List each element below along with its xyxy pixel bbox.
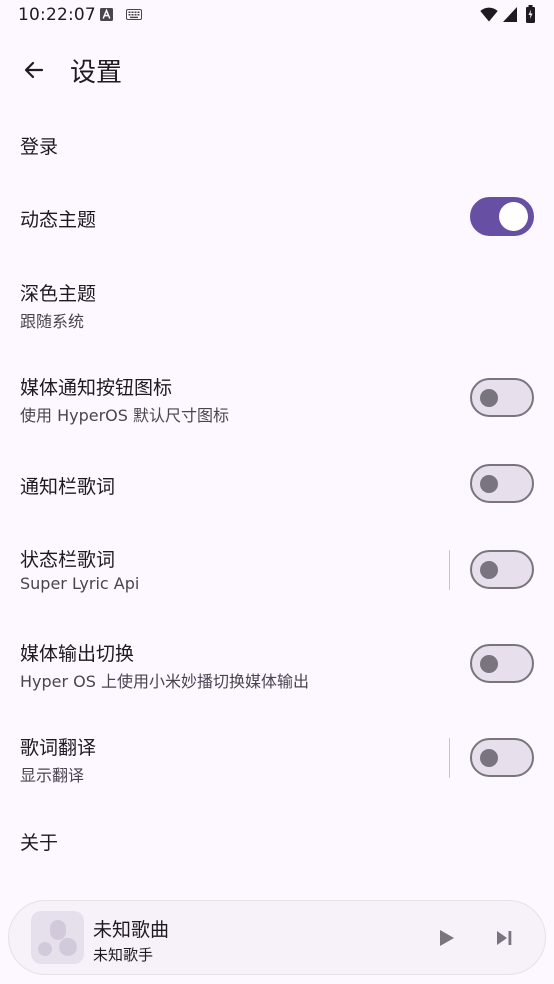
wifi-icon xyxy=(480,7,498,22)
play-icon xyxy=(440,930,454,946)
setting-statusbar-lyrics-subtitle: Super Lyric Api xyxy=(20,574,140,593)
switch-thumb xyxy=(480,655,498,673)
autofill-notification-icon xyxy=(100,8,113,21)
skip-next-icon xyxy=(497,931,512,945)
setting-notif-lyrics-title: 通知栏歌词 xyxy=(20,476,116,498)
album-art xyxy=(31,911,84,964)
dynamic-theme-switch[interactable] xyxy=(470,197,534,236)
keyboard-icon xyxy=(126,9,142,20)
setting-media-output-subtitle: Hyper OS 上使用小米妙播切换媒体输出 xyxy=(20,672,310,691)
setting-statusbar-lyrics-title: 状态栏歌词 xyxy=(20,549,116,571)
back-button[interactable] xyxy=(14,50,54,90)
status-time: 10:22:07 xyxy=(18,5,96,25)
setting-dark-theme-title: 深色主题 xyxy=(20,283,97,305)
lyrics-translation-switch[interactable] xyxy=(470,738,534,777)
setting-login-title: 登录 xyxy=(20,136,59,158)
setting-login[interactable]: 登录 xyxy=(0,106,554,182)
cellular-signal-icon xyxy=(503,7,517,22)
skip-next-button[interactable] xyxy=(487,921,521,955)
setting-dark-theme-subtitle: 跟随系统 xyxy=(20,312,85,331)
battery-icon xyxy=(526,5,535,23)
statusbar-lyrics-switch[interactable] xyxy=(470,550,534,589)
setting-lyrics-translation-title: 歌词翻译 xyxy=(20,737,97,759)
setting-media-output[interactable]: 媒体输出切换 Hyper OS 上使用小米妙播切换媒体输出 xyxy=(0,622,554,708)
mini-player[interactable]: 未知歌曲 未知歌手 xyxy=(8,900,546,975)
media-notif-icon-switch[interactable] xyxy=(470,378,534,417)
setting-notif-lyrics[interactable]: 通知栏歌词 xyxy=(0,448,554,520)
setting-media-notif-icon-title: 媒体通知按钮图标 xyxy=(20,377,173,399)
setting-about[interactable]: 关于 xyxy=(0,802,554,878)
setting-statusbar-lyrics[interactable]: 状态栏歌词 Super Lyric Api xyxy=(0,528,554,614)
setting-lyrics-translation-subtitle: 显示翻译 xyxy=(20,766,85,785)
setting-about-title: 关于 xyxy=(20,832,59,854)
notif-lyrics-switch[interactable] xyxy=(470,464,534,503)
track-artist: 未知歌手 xyxy=(93,946,154,964)
setting-media-notif-icon-subtitle: 使用 HyperOS 默认尺寸图标 xyxy=(20,406,230,425)
settings-screen: 10:22:07 设置 登录 动态主题 深色主题 跟随系统 媒体通知按钮图标 使… xyxy=(0,0,554,984)
vertical-divider xyxy=(449,550,450,590)
track-title: 未知歌曲 xyxy=(93,919,170,941)
music-placeholder-icon xyxy=(38,920,77,956)
page-title: 设置 xyxy=(70,58,123,88)
switch-thumb xyxy=(480,749,498,767)
switch-thumb xyxy=(480,475,498,493)
switch-thumb xyxy=(480,561,498,579)
vertical-divider xyxy=(449,738,450,778)
setting-dynamic-theme[interactable]: 动态主题 xyxy=(0,180,554,254)
status-bar: 10:22:07 xyxy=(0,0,554,30)
play-button[interactable] xyxy=(429,921,463,955)
top-app-bar: 设置 xyxy=(0,40,554,100)
switch-thumb xyxy=(480,389,498,407)
setting-media-notif-icon[interactable]: 媒体通知按钮图标 使用 HyperOS 默认尺寸图标 xyxy=(0,356,554,442)
setting-dark-theme[interactable]: 深色主题 跟随系统 xyxy=(0,262,554,348)
arrow-left-icon xyxy=(24,61,44,79)
switch-thumb xyxy=(499,202,528,231)
setting-media-output-title: 媒体输出切换 xyxy=(20,643,135,665)
media-output-switch[interactable] xyxy=(470,644,534,683)
setting-lyrics-translation[interactable]: 歌词翻译 显示翻译 xyxy=(0,716,554,802)
setting-dynamic-theme-title: 动态主题 xyxy=(20,209,97,231)
